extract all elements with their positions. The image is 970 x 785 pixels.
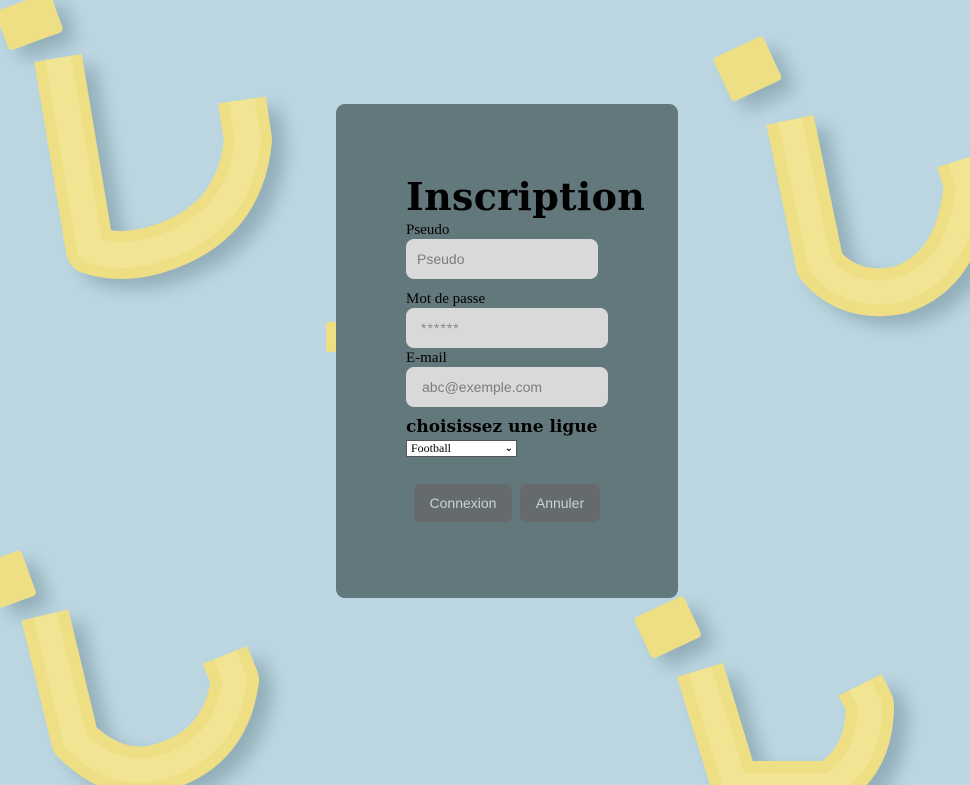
- pseudo-label: Pseudo: [406, 222, 450, 238]
- pseudo-input[interactable]: [406, 239, 598, 279]
- password-label: Mot de passe: [406, 291, 486, 307]
- question-mark-decor: [713, 36, 970, 317]
- league-select-value: Football: [411, 441, 452, 455]
- chevron-down-icon: ⌄: [504, 443, 513, 454]
- league-label: choisissez une ligue: [406, 417, 598, 437]
- email-input[interactable]: [406, 367, 608, 407]
- password-input[interactable]: [406, 308, 608, 348]
- email-label: E-mail: [406, 350, 447, 366]
- annuler-button[interactable]: Annuler: [520, 484, 600, 522]
- league-select[interactable]: Football ⌄: [406, 440, 517, 457]
- page-title: Inscription: [406, 174, 646, 219]
- question-mark-decor: [634, 596, 894, 785]
- signup-card: Inscription Pseudo Mot de passe E-mail c…: [336, 104, 678, 598]
- connexion-button[interactable]: Connexion: [414, 484, 512, 522]
- question-mark-decor: [0, 550, 259, 785]
- question-mark-decor: [0, 0, 272, 279]
